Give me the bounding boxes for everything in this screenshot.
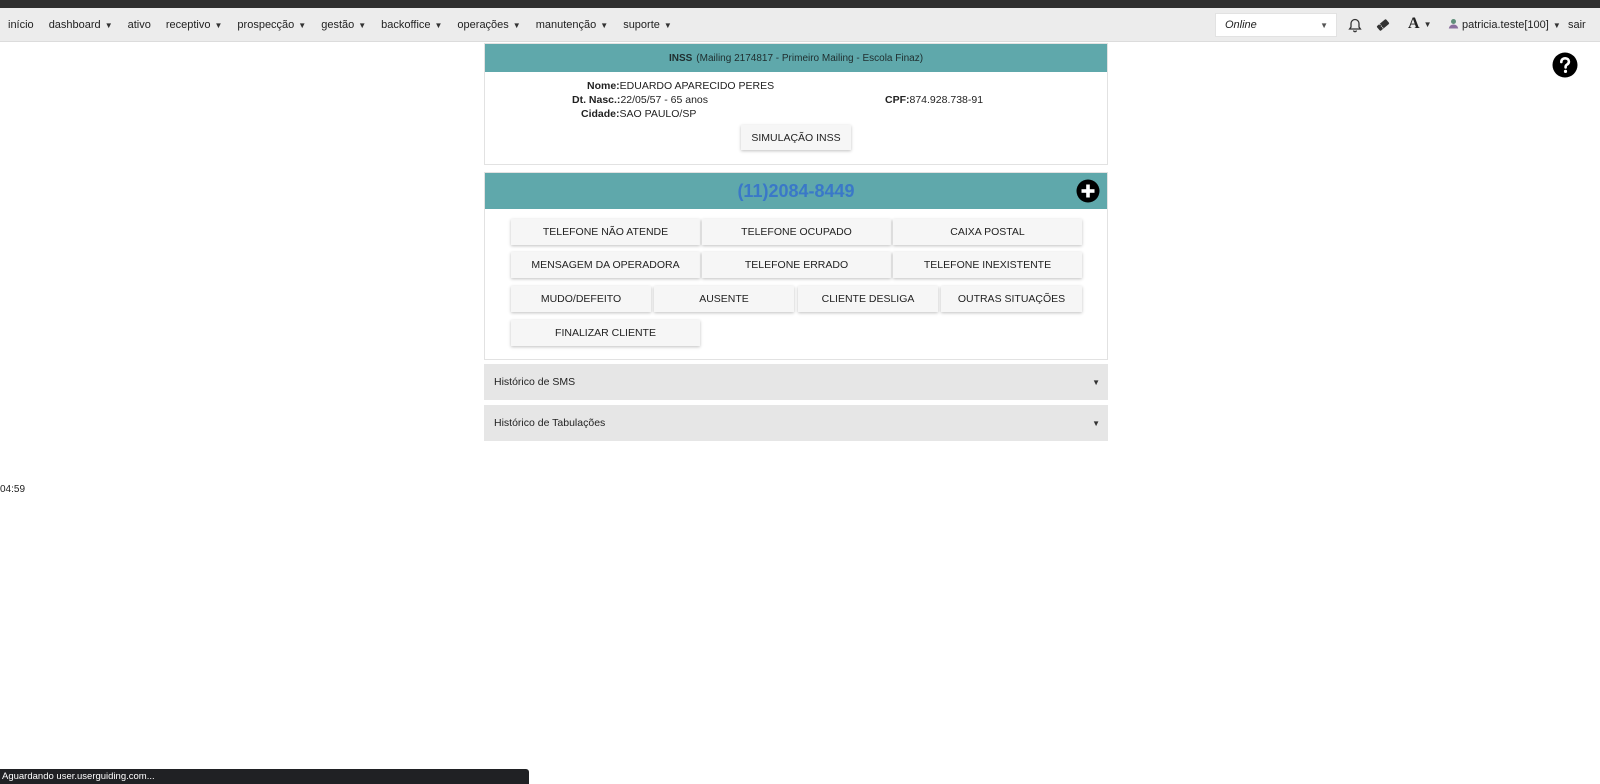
client-card: INSS (Mailing 2174817 - Primeiro Mailing…: [484, 43, 1108, 165]
chevron-down-icon: ▼: [1552, 20, 1561, 30]
user-icon: [1448, 18, 1459, 32]
mute-defect-button[interactable]: MUDO/DEFEITO: [511, 286, 651, 312]
finish-client-button[interactable]: FINALIZAR CLIENTE: [511, 320, 700, 346]
nav-item-0[interactable]: início: [8, 19, 34, 31]
top-navbar: início dashboard ▼ ativo receptivo ▼ prospecçã…: [0, 8, 1600, 42]
wrong-number-button[interactable]: TELEFONE ERRADO: [702, 252, 891, 278]
tabulation-history-title: Histórico de Tabulações: [494, 417, 606, 429]
nav-item-3[interactable]: receptivo ▼: [166, 19, 223, 31]
phone-card: (11)2084-8449 TELEFONE NÃO ATENDE TELEFO…: [484, 172, 1108, 360]
cpf-label: CPF:: [885, 94, 910, 106]
mailing-subtitle: (Mailing 2174817 - Primeiro Mailing - Es…: [696, 52, 924, 64]
nav-item-label: manutenção: [535, 19, 597, 31]
simulate-inss-button[interactable]: SIMULAÇÃO INSS: [741, 125, 851, 150]
timer-text: 04:59: [0, 484, 26, 495]
no-answer-button[interactable]: TELEFONE NÃO ATENDE: [511, 219, 700, 245]
name-label: Nome:: [587, 80, 620, 92]
nav-item-9[interactable]: suporte ▼: [623, 19, 672, 31]
nav-item-4[interactable]: prospecção ▼: [237, 19, 306, 31]
nav-item-label: ativo: [127, 19, 151, 31]
campaign-title: INSS: [668, 52, 693, 64]
chevron-down-icon: ▼: [600, 20, 609, 30]
client-cpf: 874.928.738-91: [909, 94, 984, 106]
nav-item-label: início: [8, 19, 34, 31]
user-name: patricia.teste[100]: [1462, 19, 1549, 31]
nav-item-label: gestão: [321, 19, 355, 31]
phone-card-header: (11)2084-8449: [485, 173, 1107, 209]
add-phone-icon[interactable]: [1076, 179, 1100, 203]
ticket-icon[interactable]: [1374, 16, 1392, 34]
nav-item-label: dashboard: [48, 19, 101, 31]
nav-item-2[interactable]: ativo: [128, 19, 151, 31]
chevron-down-icon: ▼: [358, 20, 367, 30]
chevron-down-icon: ▼: [1423, 19, 1432, 29]
chevron-down-icon: ▼: [298, 20, 307, 30]
nonexistent-number-button[interactable]: TELEFONE INEXISTENTE: [893, 252, 1082, 278]
bell-icon[interactable]: [1346, 16, 1364, 34]
client-name: EDUARDO APARECIDO PERES: [619, 80, 775, 92]
nav-item-6[interactable]: backoffice ▼: [381, 19, 442, 31]
window-top-strip: [0, 0, 1600, 8]
client-city-row: Cidade:SAO PAULO/SP: [581, 108, 696, 120]
chevron-down-icon: ▼: [214, 20, 223, 30]
help-icon[interactable]: [1552, 52, 1578, 78]
phone-number[interactable]: (11)2084-8449: [737, 181, 854, 202]
main-menu: início dashboard ▼ ativo receptivo ▼ prospecçã…: [8, 8, 687, 42]
chevron-down-icon: ▼: [104, 20, 113, 30]
voicemail-button[interactable]: CAIXA POSTAL: [893, 219, 1082, 245]
busy-button[interactable]: TELEFONE OCUPADO: [702, 219, 891, 245]
chevron-down-icon: ▼: [663, 20, 672, 30]
client-birth: 22/05/57 - 65 anos: [620, 94, 709, 106]
nav-item-8[interactable]: manutenção ▼: [536, 19, 608, 31]
operator-message-button[interactable]: MENSAGEM DA OPERADORA: [511, 252, 700, 278]
sms-history-accordion[interactable]: Histórico de SMS ▼: [484, 364, 1108, 400]
nav-item-label: backoffice: [381, 19, 431, 31]
client-city: SAO PAULO/SP: [619, 108, 697, 120]
font-icon: A: [1408, 15, 1420, 32]
nav-item-label: prospecção: [237, 19, 295, 31]
chevron-down-icon: ▼: [1092, 419, 1100, 428]
tabulation-history-accordion[interactable]: Histórico de Tabulações ▼: [484, 405, 1108, 441]
client-hangup-button[interactable]: CLIENTE DESLIGA: [798, 286, 938, 312]
browser-status-bar: Aguardando user.userguiding.com...: [0, 769, 529, 784]
city-label: Cidade:: [581, 108, 620, 120]
sms-history-title: Histórico de SMS: [494, 376, 576, 388]
nav-item-label: suporte: [623, 19, 660, 31]
status-select[interactable]: Online ▼: [1215, 13, 1337, 37]
birth-label: Dt. Nasc.:: [572, 94, 621, 106]
chevron-down-icon: ▼: [1092, 378, 1100, 387]
nav-item-7[interactable]: operações ▼: [457, 19, 520, 31]
font-size-menu[interactable]: A ▼: [1408, 15, 1431, 33]
nav-item-5[interactable]: gestão ▼: [321, 19, 366, 31]
nav-item-label: receptivo: [165, 19, 211, 31]
nav-item-1[interactable]: dashboard ▼: [49, 19, 113, 31]
client-birth-row: Dt. Nasc.:22/05/57 - 65 anos: [572, 94, 708, 106]
client-card-header: INSS (Mailing 2174817 - Primeiro Mailing…: [485, 44, 1107, 72]
user-menu[interactable]: patricia.teste[100] ▼: [1448, 8, 1561, 42]
client-cpf-row: CPF:874.928.738-91: [885, 94, 983, 106]
logout-link[interactable]: sair: [1568, 8, 1586, 42]
chevron-down-icon: ▼: [434, 20, 443, 30]
client-name-row: Nome:EDUARDO APARECIDO PERES: [587, 80, 774, 92]
chevron-down-icon: ▼: [1320, 21, 1328, 30]
other-situations-button[interactable]: OUTRAS SITUAÇÕES: [941, 286, 1082, 312]
absent-button[interactable]: AUSENTE: [654, 286, 794, 312]
chevron-down-icon: ▼: [512, 20, 521, 30]
nav-item-label: operações: [457, 19, 509, 31]
status-select-value: Online: [1225, 19, 1257, 31]
